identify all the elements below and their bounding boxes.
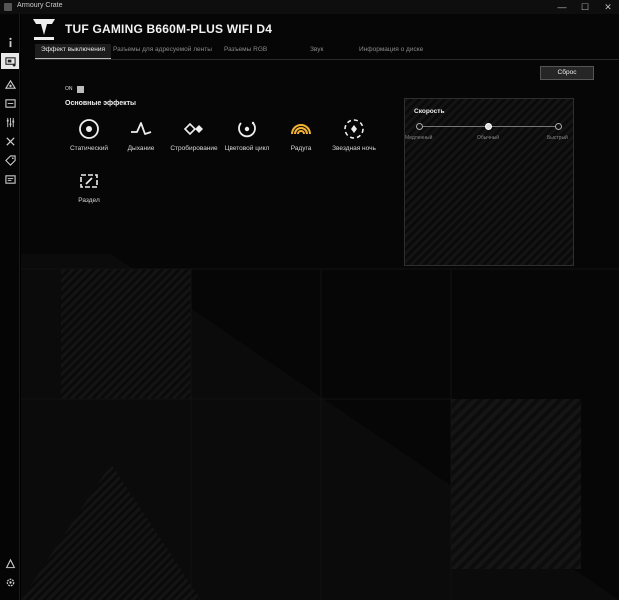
minimize-button[interactable]: — bbox=[551, 0, 573, 14]
info-icon[interactable] bbox=[1, 34, 19, 50]
tab-shutdown-effect[interactable]: Эффект выключения bbox=[35, 44, 111, 60]
speed-stop-normal[interactable] bbox=[485, 123, 492, 130]
effect-rainbow[interactable]: Радуга bbox=[271, 114, 331, 152]
sidebar bbox=[0, 14, 20, 600]
window-titlebar: Armoury Crate — ☐ ✕ bbox=[0, 0, 619, 14]
speed-stop-fast[interactable] bbox=[555, 123, 562, 130]
effect-label: Цветовой цикл bbox=[224, 145, 270, 152]
effect-section[interactable]: Раздел bbox=[59, 166, 119, 204]
basic-effects-title: Основные эффекты bbox=[65, 100, 137, 107]
tab-rgb-header[interactable]: Разъемы RGB bbox=[224, 44, 267, 60]
static-icon bbox=[59, 114, 119, 144]
window-title: Armoury Crate bbox=[17, 2, 63, 9]
tuf-gaming-logo bbox=[33, 19, 55, 40]
effect-label: Стробирование bbox=[170, 145, 218, 152]
main-content: TUF GAMING B660M-PLUS WIFI D4 Эффект вык… bbox=[21, 14, 619, 600]
speed-label-fast: Быстрый bbox=[547, 135, 568, 141]
news-icon[interactable] bbox=[1, 171, 19, 187]
section-icon bbox=[59, 166, 119, 196]
deals-tag-icon[interactable] bbox=[1, 152, 19, 168]
close-button[interactable]: ✕ bbox=[597, 0, 619, 14]
effect-label: Радуга bbox=[290, 145, 312, 152]
effect-label: Звездная ночь bbox=[332, 145, 376, 152]
toggle-knob bbox=[76, 85, 84, 93]
tab-bar: Эффект выключения Разъемы для адресуемой… bbox=[35, 44, 619, 60]
strobing-icon bbox=[164, 114, 224, 144]
system-diagnosis-icon[interactable] bbox=[1, 95, 19, 111]
settings-gear-icon[interactable] bbox=[1, 574, 19, 590]
user-center-icon[interactable] bbox=[1, 555, 19, 571]
effect-color-cycle[interactable]: Цветовой цикл bbox=[217, 114, 277, 152]
product-title: TUF GAMING B660M-PLUS WIFI D4 bbox=[65, 22, 273, 36]
tab-addressable-header[interactable]: Разъемы для адресуемой ленты bbox=[113, 44, 212, 60]
fan-tuning-icon[interactable] bbox=[1, 114, 19, 130]
breathing-icon bbox=[111, 114, 171, 144]
speed-label-slow: Медленный bbox=[405, 135, 433, 141]
reset-button[interactable]: Сброс bbox=[540, 66, 594, 80]
starry-night-icon bbox=[324, 114, 384, 144]
effect-breathing[interactable]: Дыхание bbox=[111, 114, 171, 152]
tab-disk-info[interactable]: Информация о диске bbox=[359, 44, 423, 60]
color-cycle-icon bbox=[217, 114, 277, 144]
speed-panel: Скорость Медленный Обычный Быстрый bbox=[404, 98, 574, 266]
effect-label: Раздел bbox=[78, 197, 100, 204]
effect-starry-night[interactable]: Звездная ночь bbox=[324, 114, 384, 152]
toggle-label: ON bbox=[65, 86, 73, 92]
app-icon bbox=[4, 3, 12, 11]
tools-icon[interactable] bbox=[1, 133, 19, 149]
power-toggle[interactable]: ON bbox=[65, 85, 85, 93]
device-icon[interactable] bbox=[1, 53, 19, 69]
speed-title: Скорость bbox=[414, 108, 445, 115]
maximize-button[interactable]: ☐ bbox=[574, 0, 596, 14]
effect-label: Статический bbox=[69, 145, 109, 152]
tab-sound[interactable]: Звук bbox=[310, 44, 323, 60]
rainbow-icon bbox=[271, 114, 331, 144]
speed-stop-slow[interactable] bbox=[416, 123, 423, 130]
effect-label: Дыхание bbox=[127, 145, 155, 152]
aura-sync-icon[interactable] bbox=[1, 76, 19, 92]
speed-label-normal: Обычный bbox=[477, 135, 500, 141]
tab-divider bbox=[35, 59, 619, 60]
effect-static[interactable]: Статический bbox=[59, 114, 119, 152]
effect-strobing[interactable]: Стробирование bbox=[164, 114, 224, 152]
